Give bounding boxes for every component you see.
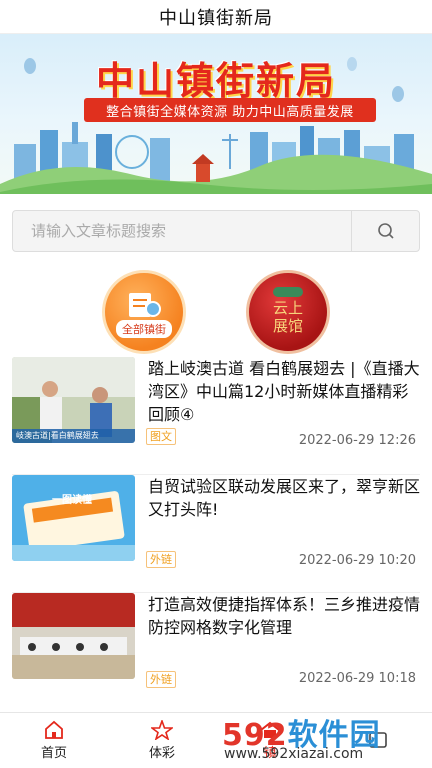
- site-watermark: 592软件园 www.592xiazai.com: [222, 706, 432, 768]
- news-thumbnail-caption: 一图读懂: [52, 495, 92, 506]
- banner-title: 中山镇街新局: [95, 59, 336, 103]
- news-title: 踏上岐澳古道 看白鹤展翅去 |《直播大湾区》中山篇12小时新媒体直播精彩回顾④: [148, 359, 420, 424]
- cloud-exhibition-icon: [273, 287, 303, 297]
- news-thumbnail-image: [12, 593, 135, 679]
- news-thumbnail-caption: 岐澳古道|看白鹤展翅去: [16, 431, 99, 440]
- news-thumbnail: 一图读懂: [12, 475, 135, 561]
- cloud-exhibition-label-line1: 云上: [272, 299, 303, 317]
- hero-banner[interactable]: 中山镇街新局 整合镇街全媒体资源 助力中山高质量发展: [0, 34, 432, 194]
- news-tag: 图文: [146, 428, 176, 445]
- news-thumbnail: [12, 593, 135, 679]
- tab-home[interactable]: 首页: [0, 713, 108, 768]
- cloud-exhibition-button[interactable]: 云上 展馆: [246, 270, 330, 354]
- all-towns-label: 全部镇街: [116, 320, 172, 338]
- tab-lottery[interactable]: 体彩: [108, 713, 216, 768]
- tab-home-label: 首页: [40, 746, 67, 761]
- news-time: 2022-06-29 10:18: [298, 671, 416, 686]
- banner-subtitle: 整合镇街全媒体资源 助力中山高质量发展: [84, 98, 376, 122]
- cloud-exhibition-label-line2: 展馆: [272, 317, 303, 335]
- home-icon: [45, 720, 63, 739]
- news-tag: 外链: [146, 551, 176, 568]
- lottery-icon: [151, 720, 173, 740]
- news-item[interactable]: 一图读懂 自贸试验区联动发展区来了，翠亨新区又打头阵! 外链 2022-06-2…: [0, 475, 432, 593]
- cloud-exhibition-label: 云上 展馆: [273, 299, 303, 335]
- search-button[interactable]: [351, 211, 419, 251]
- app-title-bar: 中山镇街新局: [0, 0, 432, 34]
- document-magnifier-icon: [129, 293, 161, 317]
- news-time: 2022-06-29 12:26: [298, 433, 416, 448]
- app-title: 中山镇街新局: [159, 7, 273, 29]
- news-item[interactable]: 打造高效便捷指挥体系！三乡推进疫情防控网格数字化管理 外链 2022-06-29…: [0, 593, 432, 711]
- news-title: 自贸试验区联动发展区来了，翠亨新区又打头阵!: [148, 477, 421, 519]
- news-item[interactable]: 岐澳古道|看白鹤展翅去 踏上岐澳古道 看白鹤展翅去 |《直播大湾区》中山篇12小…: [0, 357, 432, 475]
- watermark-url: www.592xiazai.com: [224, 746, 364, 762]
- tab-lottery-label: 体彩: [148, 746, 175, 761]
- news-title: 打造高效便捷指挥体系！三乡推进疫情防控网格数字化管理: [148, 595, 421, 637]
- search-icon: [377, 223, 394, 239]
- news-thumbnail: 岐澳古道|看白鹤展翅去: [12, 357, 135, 443]
- news-thumbnail-image: [12, 475, 135, 561]
- search-bar: [12, 210, 420, 252]
- news-time: 2022-06-29 10:20: [298, 553, 416, 568]
- all-towns-button[interactable]: 全部镇街: [102, 270, 186, 354]
- search-input[interactable]: [13, 211, 351, 251]
- news-tag: 外链: [146, 671, 176, 688]
